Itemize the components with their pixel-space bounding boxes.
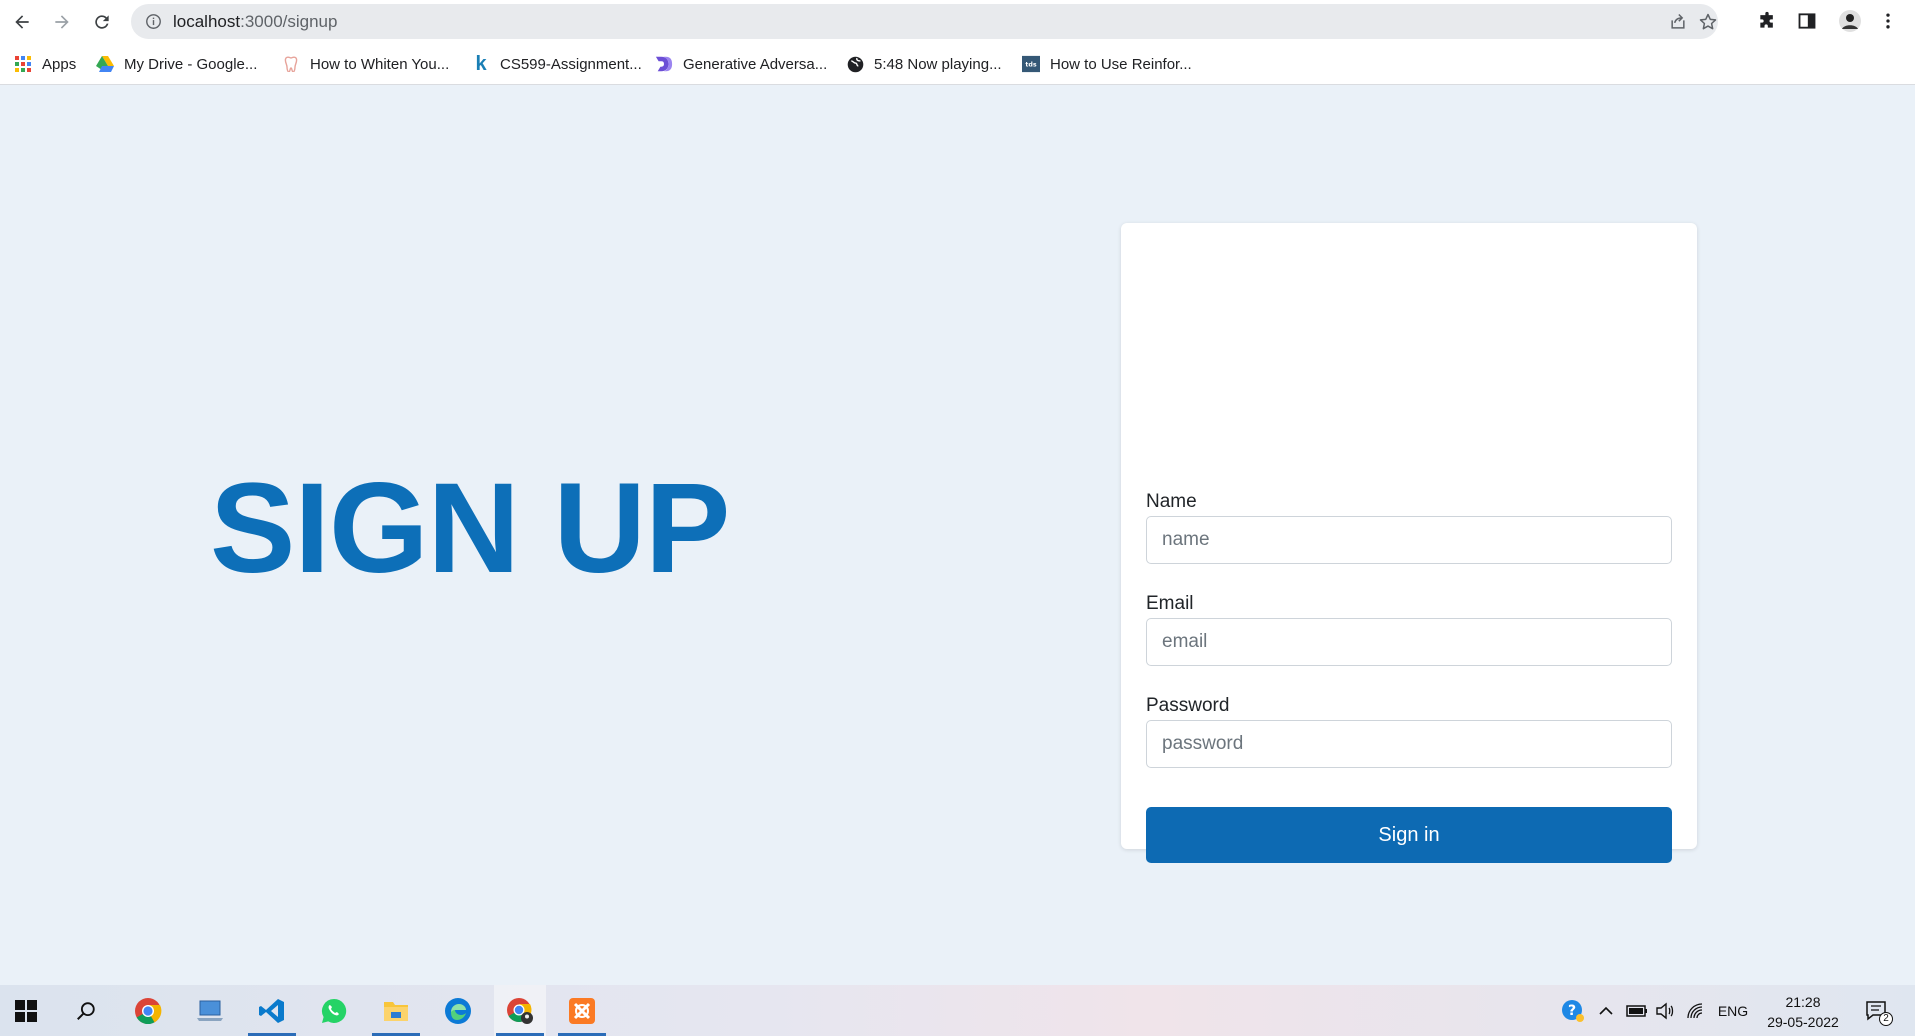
taskbar-file-explorer[interactable] — [370, 985, 422, 1036]
url-host: localhost — [173, 12, 241, 31]
xampp-icon — [569, 997, 595, 1024]
profile-avatar[interactable] — [1838, 9, 1862, 33]
tray-network[interactable] — [1683, 985, 1709, 1036]
help-icon: ? — [1562, 999, 1584, 1022]
windows-taskbar: ? ENG 21:28 29-05-2022 2 — [0, 985, 1915, 1036]
tray-help[interactable]: ? — [1558, 985, 1588, 1036]
bookmark-label: Generative Adversa... — [683, 55, 828, 73]
taskbar-chrome-profile[interactable] — [494, 985, 546, 1036]
signup-form-card: Name Email Password Sign in — [1121, 223, 1697, 863]
tray-volume[interactable] — [1652, 985, 1678, 1036]
bookmark-label: 5:48 Now playing... — [874, 55, 1002, 73]
bookmark-cs599[interactable]: k CS599-Assignment... — [472, 52, 642, 76]
bookmark-label: How to Whiten You... — [310, 55, 450, 73]
chrome-icon — [135, 997, 162, 1024]
bookmark-label: CS599-Assignment... — [500, 55, 642, 73]
address-bar[interactable]: localhost:3000/signup — [131, 4, 1718, 39]
tray-battery[interactable] — [1624, 985, 1650, 1036]
edge-icon — [445, 997, 471, 1024]
side-panel-icon — [1798, 13, 1816, 29]
bookmark-whiten[interactable]: How to Whiten You... — [282, 52, 449, 76]
sign-in-button[interactable]: Sign in — [1146, 807, 1672, 863]
battery-icon — [1626, 1004, 1647, 1017]
wifi-icon — [1687, 1002, 1703, 1018]
bookmarks-bar: Apps My Drive - Google... How to Whiten … — [0, 43, 1915, 85]
page-title: SIGN UP — [210, 457, 730, 600]
notification-badge: 2 — [1879, 1012, 1893, 1026]
bookmark-label: How to Use Reinfor... — [1050, 55, 1192, 73]
kebab-menu-icon — [1886, 13, 1890, 29]
apps-grid-icon — [14, 55, 32, 73]
puzzle-piece-icon — [1760, 11, 1773, 28]
avatar-icon — [1839, 10, 1861, 32]
extensions-button[interactable] — [1755, 9, 1779, 33]
url-text[interactable]: localhost:3000/signup — [173, 12, 337, 32]
arrow-right-icon — [55, 15, 69, 29]
info-icon[interactable] — [145, 13, 162, 30]
signup-page: SIGN UP Name Email Password Sign in — [0, 85, 1915, 985]
side-panel-button[interactable] — [1795, 9, 1819, 33]
search-icon — [77, 1001, 95, 1020]
password-input[interactable] — [1146, 720, 1672, 768]
tray-show-hidden[interactable] — [1594, 985, 1618, 1036]
bookmark-reinforcement[interactable]: tds How to Use Reinfor... — [1022, 52, 1192, 76]
windows-start-icon — [15, 999, 37, 1022]
back-button[interactable] — [9, 9, 35, 35]
chevron-up-icon — [1599, 1006, 1613, 1015]
bookmark-label: Apps — [42, 55, 77, 73]
tds-logo-icon: tds — [1022, 55, 1040, 73]
taskbar-chrome[interactable] — [122, 985, 174, 1036]
chrome-profile-icon — [507, 997, 533, 1024]
browser-toolbar: localhost:3000/signup — [0, 0, 1915, 43]
url-path: :3000/signup — [240, 12, 338, 31]
taskbar-vscode[interactable] — [246, 985, 298, 1036]
bookmark-my-drive[interactable]: My Drive - Google... — [96, 52, 257, 76]
start-button[interactable] — [0, 985, 52, 1036]
svg-text:tds: tds — [1025, 62, 1037, 69]
forward-button[interactable] — [49, 9, 75, 35]
name-label: Name — [1146, 491, 1197, 512]
tooth-icon — [282, 55, 300, 73]
taskbar-laptop[interactable] — [184, 985, 236, 1036]
name-input[interactable] — [1146, 516, 1672, 564]
taskbar-xampp[interactable] — [556, 985, 608, 1036]
tray-clock[interactable]: 21:28 29-05-2022 — [1758, 992, 1848, 1032]
reload-icon — [95, 15, 109, 29]
speaker-icon — [1656, 1002, 1674, 1019]
password-label: Password — [1146, 695, 1230, 716]
taskbar-edge[interactable] — [432, 985, 484, 1036]
clock-date: 29-05-2022 — [1767, 1014, 1839, 1030]
k-logo-icon: k — [475, 52, 487, 75]
reload-button[interactable] — [89, 9, 115, 35]
bookmark-label: My Drive - Google... — [124, 55, 258, 73]
taskbar-whatsapp[interactable] — [308, 985, 360, 1036]
notifications-button[interactable]: 2 — [1858, 985, 1898, 1036]
whatsapp-icon — [321, 998, 347, 1023]
bookmark-star-icon[interactable] — [1698, 12, 1718, 32]
taskbar-search-button[interactable] — [60, 985, 112, 1036]
d-logo-icon — [655, 55, 673, 73]
file-explorer-icon — [384, 1001, 408, 1021]
arrow-left-icon — [15, 15, 29, 29]
google-drive-icon — [96, 55, 114, 73]
browser-menu-button[interactable] — [1876, 9, 1900, 33]
bookmark-apps[interactable]: Apps — [14, 52, 76, 76]
bookmark-now-playing[interactable]: 5:48 Now playing... — [846, 52, 1002, 76]
svg-text:?: ? — [1568, 1003, 1576, 1019]
clock-time: 21:28 — [1785, 994, 1821, 1010]
bookmark-gan[interactable]: Generative Adversa... — [655, 52, 827, 76]
email-label: Email — [1146, 593, 1194, 614]
vscode-icon — [259, 998, 284, 1023]
tray-language[interactable]: ENG — [1713, 985, 1753, 1036]
laptop-icon — [197, 1000, 223, 1021]
share-icon[interactable] — [1668, 12, 1688, 32]
globe-icon — [846, 55, 864, 73]
email-input[interactable] — [1146, 618, 1672, 666]
